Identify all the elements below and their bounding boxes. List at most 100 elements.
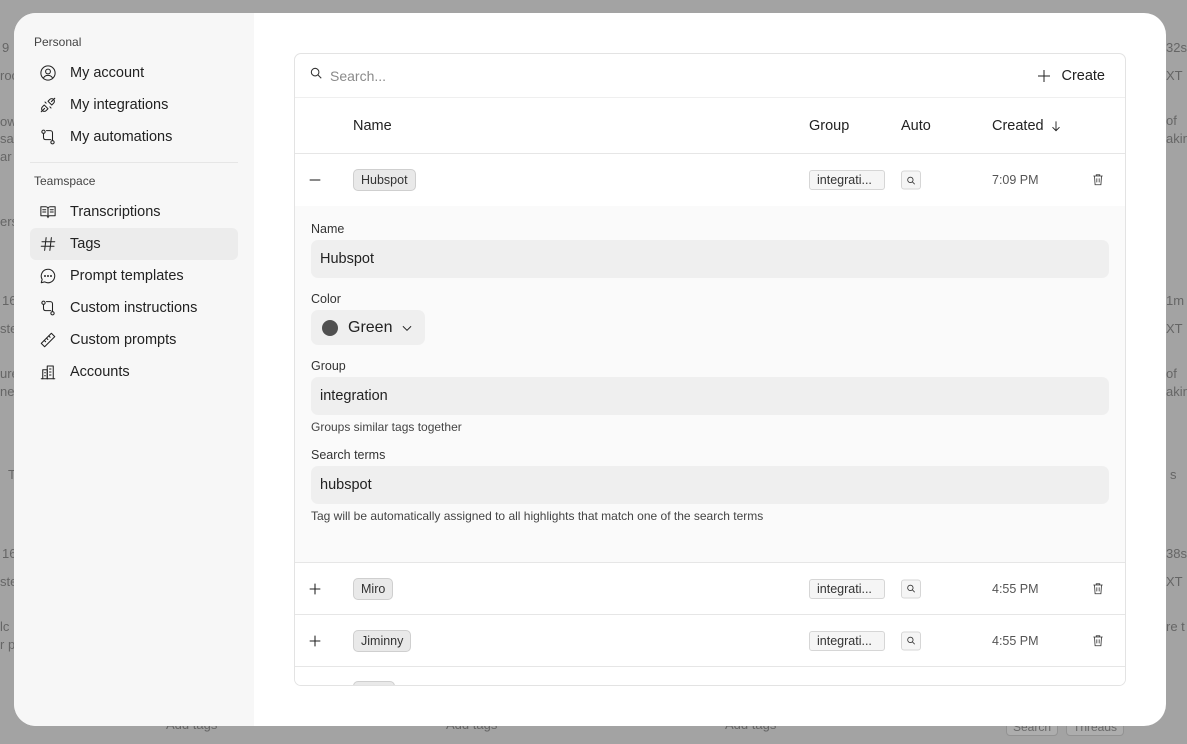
expand-toggle[interactable] [307, 633, 323, 649]
color-field-group: Color Green [311, 292, 1109, 345]
expand-toggle[interactable] [307, 581, 323, 597]
sidebar-item-label: Prompt templates [70, 268, 184, 284]
tags-main: Create Name Group Auto Created Hubspot i… [254, 13, 1166, 726]
name-field-group: Name [311, 222, 1109, 278]
sidebar-item-label: My integrations [70, 97, 169, 113]
user-circle-icon [38, 63, 58, 83]
bg-text: of [1166, 113, 1177, 128]
bg-text: akin [1166, 131, 1187, 146]
search-icon [907, 584, 916, 593]
tag-name-pill: Jiminny [353, 629, 412, 652]
plus-icon [309, 635, 321, 646]
col-header-group[interactable]: Group [809, 118, 849, 134]
search-bar: Create [295, 54, 1125, 98]
trash-icon [1093, 582, 1103, 594]
created-time: 4:55 PM [992, 633, 1039, 648]
name-input[interactable] [311, 240, 1109, 278]
arrow-down-icon [1051, 120, 1060, 131]
create-label: Create [1061, 67, 1105, 84]
col-header-created-label: Created [992, 117, 1044, 134]
bg-text: ar [0, 149, 12, 164]
group-help-text: Groups similar tags together [311, 420, 462, 434]
table-row[interactable]: Miro integrati... 4:55 PM [295, 563, 1125, 615]
delete-button[interactable] [1091, 172, 1107, 188]
bg-text: 9 [2, 40, 10, 55]
col-header-created[interactable]: Created [992, 118, 1063, 134]
plug-icon [38, 95, 58, 115]
color-value: Green [348, 318, 393, 336]
col-header-auto[interactable]: Auto [901, 118, 931, 134]
tag-name-pill: Miro [353, 577, 394, 600]
color-swatch [322, 319, 338, 336]
auto-search-chip [901, 579, 921, 598]
bg-text: XT P [1166, 68, 1187, 83]
group-label: Group [311, 359, 346, 373]
sidebar-item-my-integrations[interactable]: My integrations [30, 89, 238, 121]
delete-button[interactable] [1091, 581, 1107, 597]
bg-text: s [1170, 467, 1177, 482]
sidebar-item-my-account[interactable]: My account [30, 57, 238, 89]
sidebar-divider [30, 162, 238, 163]
color-label: Color [311, 292, 341, 306]
git-flow-icon [38, 298, 58, 318]
sidebar-item-prompt-templates[interactable]: Prompt templates [30, 260, 238, 292]
sidebar-item-label: Tags [70, 236, 101, 252]
search-terms-help-text: Tag will be automatically assigned to al… [311, 509, 764, 523]
sidebar-item-label: My automations [70, 129, 173, 145]
minus-icon [309, 179, 321, 181]
sidebar-item-label: Custom instructions [70, 300, 198, 316]
collapse-toggle[interactable] [307, 172, 323, 188]
sidebar-item-custom-prompts[interactable]: Custom prompts [30, 324, 238, 356]
auto-search-chip [901, 170, 921, 190]
bg-text: akin [1166, 384, 1187, 399]
search-input[interactable] [330, 67, 1037, 84]
bg-text: re t [1166, 619, 1185, 634]
sidebar-item-my-automations[interactable]: My automations [30, 121, 238, 153]
bg-text: 32s [1166, 40, 1187, 55]
plus-icon [309, 583, 321, 594]
table-row[interactable]: Jiminny integrati... 4:55 PM [295, 615, 1125, 667]
chevron-down-icon [403, 325, 412, 331]
trash-icon [1093, 634, 1103, 646]
group-chip: integrati... [809, 578, 885, 599]
tags-panel: Create Name Group Auto Created Hubspot i… [294, 53, 1126, 686]
tag-name-pill [353, 681, 395, 685]
tag-name-pill: Hubspot [353, 169, 416, 191]
book-open-icon [38, 202, 58, 222]
teamspace-section-label: Teamspace [34, 174, 96, 188]
sidebar-item-tags[interactable]: Tags [30, 228, 238, 260]
terms-field-group: Search terms Tag will be automatically a… [311, 448, 1109, 523]
bg-text: XT P [1166, 574, 1187, 589]
sidebar-item-label: Custom prompts [70, 332, 177, 348]
building-icon [38, 362, 58, 382]
settings-sidebar: Personal My account My integrations My a… [14, 13, 254, 726]
col-header-name[interactable]: Name [353, 118, 392, 134]
name-label: Name [311, 222, 345, 236]
group-field-group: Group Groups similar tags together [311, 359, 1109, 434]
auto-search-chip [901, 631, 921, 650]
git-flow-icon [38, 127, 58, 147]
sidebar-item-label: My account [70, 65, 145, 81]
search-terms-input[interactable] [311, 466, 1109, 504]
bg-text: r p [0, 637, 16, 652]
bg-text: sa [0, 131, 14, 146]
search-icon [309, 66, 323, 85]
sidebar-item-custom-instructions[interactable]: Custom instructions [30, 292, 238, 324]
hash-icon [38, 234, 58, 254]
sidebar-item-accounts[interactable]: Accounts [30, 356, 238, 388]
bg-text: lc [0, 619, 10, 634]
search-icon [907, 176, 916, 185]
personal-section-label: Personal [34, 35, 82, 49]
trash-icon [1093, 174, 1103, 186]
create-button[interactable]: Create [1036, 68, 1105, 84]
table-row[interactable]: Hubspot integrati... 7:09 PM [295, 154, 1125, 206]
group-input[interactable] [311, 377, 1109, 415]
delete-button[interactable] [1091, 633, 1107, 649]
group-chip: integrati... [809, 170, 885, 190]
color-select[interactable]: Green [311, 310, 426, 345]
table-row-partial [295, 667, 1125, 685]
sidebar-item-label: Accounts [70, 364, 130, 380]
ruler-icon [38, 330, 58, 350]
bg-text: ne [0, 384, 15, 399]
sidebar-item-transcriptions[interactable]: Transcriptions [30, 196, 238, 228]
